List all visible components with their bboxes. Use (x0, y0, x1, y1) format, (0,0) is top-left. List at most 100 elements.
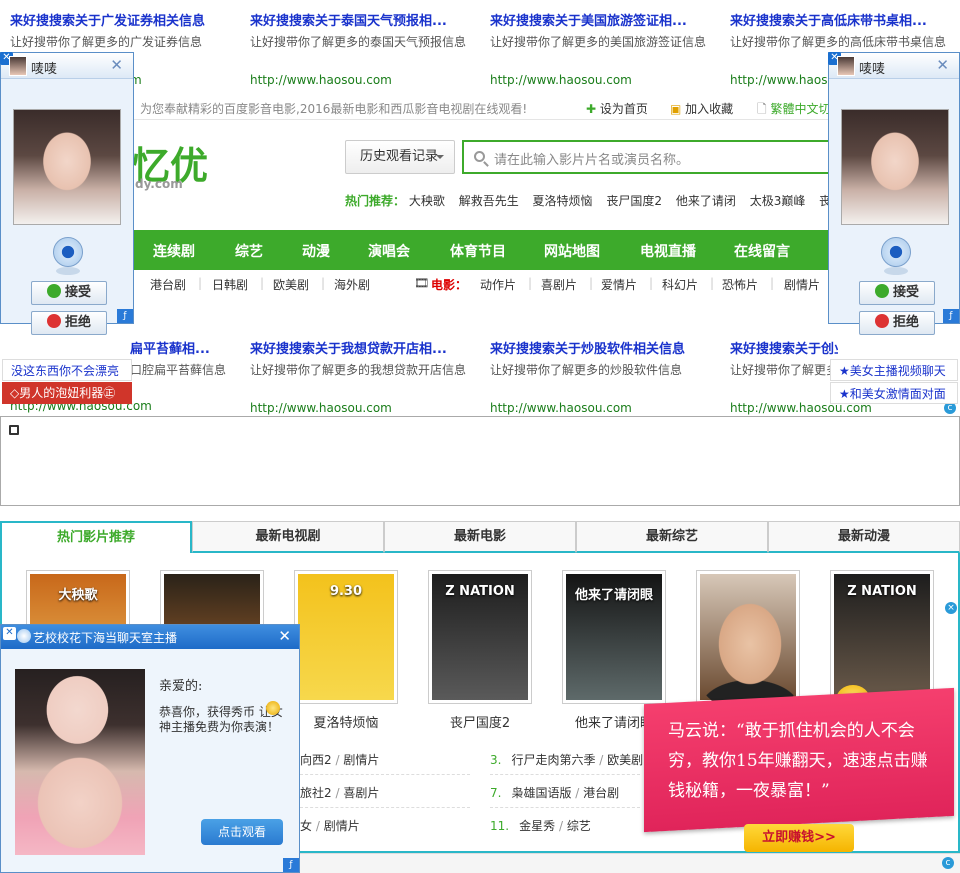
nav-item[interactable]: 动漫 (302, 241, 330, 261)
poster-title[interactable]: 夏洛特烦恼 (286, 712, 406, 731)
ad-cell[interactable]: 来好搜搜索关于美国旅游签证相... 让好搜带你了解更多的美国旅游签证信息 htt… (480, 0, 715, 87)
close-icon[interactable]: ✕ (278, 627, 291, 645)
set-home-link[interactable]: ✚ 设为首页 (586, 100, 648, 117)
add-favorite-link[interactable]: ▣ 加入收藏 (670, 100, 733, 117)
traditional-chinese-link[interactable]: 🗋 繁體中文切 (757, 100, 831, 121)
ad-cell[interactable]: 来好搜搜索关于泰国天气预报相... 让好搜带你了解更多的泰国天气预报信息 htt… (240, 0, 475, 87)
ad-title[interactable]: 来好搜搜索关于炒股软件相关信息 (490, 338, 715, 357)
nav-item[interactable]: 综艺 (235, 241, 263, 261)
tab-variety[interactable]: 最新综艺 (576, 521, 768, 553)
subnav-item[interactable]: 喜剧片 (541, 276, 577, 293)
reject-button[interactable]: 拒绝 (31, 311, 107, 335)
divider: | (260, 276, 265, 290)
popup-header: ✕ 唛唛 ✕ (0, 52, 133, 79)
ad-desc: 口腔扁平苔藓信息 (130, 363, 227, 377)
money-banner-ad[interactable]: 马云说：“敢于抓住机会的人不会穷，教你15年赚翻天，速速点击赚钱秘籍，一夜暴富！… (640, 600, 960, 858)
ad-title[interactable]: 扁平苔藓相... (130, 338, 235, 357)
ad-title[interactable]: 来好搜搜索关于创业项目相... (730, 338, 838, 357)
nav-item[interactable]: 电视直播 (640, 241, 696, 261)
nav-item[interactable]: 网站地图 (544, 241, 600, 261)
watch-button[interactable]: 点击观看 (201, 819, 283, 845)
ad-cell[interactable]: 来好搜搜索关于我想贷款开店相... 让好搜带你了解更多的我想贷款开店信息 htt… (240, 328, 475, 415)
embedded-frame (0, 416, 960, 506)
chat-title: 艺校校花下海当聊天室主播 (33, 631, 178, 645)
hot-item[interactable]: 夏洛特烦恼 (533, 194, 593, 208)
ad-title[interactable]: 来好搜搜索关于美国旅游签证相... (490, 10, 715, 29)
earn-money-button[interactable]: 立即赚钱>> (744, 824, 854, 852)
poster-title[interactable]: 丧尸国度2 (420, 712, 540, 731)
tab-movie[interactable]: 最新电影 (384, 521, 576, 553)
side-ad-link[interactable]: ★美女主播视频聊天 (830, 359, 958, 381)
ad-title[interactable]: 来好搜搜索关于我想贷款开店相... (250, 338, 475, 357)
ad-title[interactable]: 来好搜搜索关于广发证券相关信息 (10, 10, 235, 29)
greeting: 亲爱的: (159, 679, 203, 694)
subnav-item[interactable]: 恐怖片 (722, 276, 758, 293)
side-ad-link[interactable]: 没这东西你不会漂亮 (2, 359, 132, 381)
close-icon[interactable]: ✕ (3, 627, 16, 640)
nav-item[interactable]: 演唱会 (368, 241, 410, 261)
subnav-item[interactable]: 海外剧 (334, 276, 370, 293)
bottom-strip (300, 853, 960, 873)
side-ad-link[interactable]: ◇男人的泡妞利器㊣ (2, 382, 132, 404)
hot-item[interactable]: 丧尸国度2 (606, 194, 662, 208)
check-icon (874, 284, 889, 298)
subnav-item[interactable]: 日韩剧 (212, 276, 248, 293)
list-title: 女 (300, 819, 313, 833)
accept-button[interactable]: 接受 (859, 281, 935, 305)
subnav-item[interactable]: 港台剧 (150, 276, 186, 293)
ad-url[interactable]: http://www.haosou.com (490, 73, 632, 87)
ad-cell[interactable]: 扁平苔藓相... 口腔扁平苔藓信息 (130, 328, 235, 404)
tab-tv[interactable]: 最新电视剧 (192, 521, 384, 553)
divider (300, 807, 470, 808)
ad-url[interactable]: http://www.haosou.com (490, 401, 632, 415)
list-item[interactable]: 11. 金星秀 / 综艺 (490, 817, 591, 834)
star-folder-icon: ▣ (670, 102, 682, 116)
hot-item[interactable]: 他来了请闭 (676, 194, 736, 208)
ad-title[interactable]: 来好搜搜索关于高低床带书桌相... (730, 10, 955, 29)
tab-hot[interactable]: 热门影片推荐 (0, 521, 192, 553)
close-icon[interactable]: ✕ (936, 56, 949, 74)
hot-item[interactable]: 解救吾先生 (459, 194, 519, 208)
side-ad-link[interactable]: ★和美女激情面对面 (830, 382, 958, 404)
movie-poster[interactable]: Z NATION (428, 570, 532, 704)
avatar (837, 56, 855, 76)
ad-desc: 让好搜带你了解更多的创业项目信息 (730, 363, 838, 377)
search-input[interactable]: 请在此输入影片片名或演员名称。 (462, 140, 832, 174)
nav-item[interactable]: 在线留言 (734, 241, 790, 261)
movie-poster[interactable]: 9.30 (294, 570, 398, 704)
hot-item[interactable]: 大秧歌 (409, 194, 445, 208)
movie-tabs: 热门影片推荐 最新电视剧 最新电影 最新综艺 最新动漫 (0, 521, 960, 553)
ad-url[interactable]: http://www.haosou.com (250, 73, 392, 87)
list-item[interactable]: 7. 枭雄国语版 / 港台剧 (490, 784, 619, 801)
close-icon[interactable]: ✕ (110, 56, 123, 74)
subnav-item[interactable]: 动作片 (480, 276, 516, 293)
subnav-item[interactable]: 剧情片 (784, 276, 820, 293)
list-item[interactable]: 旅社2 / 喜剧片 (300, 784, 379, 801)
ad-cell[interactable]: 来好搜搜索关于创业项目相... 让好搜带你了解更多的创业项目信息 http://… (720, 328, 872, 415)
list-item[interactable]: 3. 行尸走肉第六季 / 欧美剧 (490, 751, 643, 768)
accept-button[interactable]: 接受 (31, 281, 107, 305)
subnav-item[interactable]: 爱情片 (601, 276, 637, 293)
list-title: 旅社2 (300, 786, 332, 800)
ad-info-icon[interactable]: c (942, 857, 954, 869)
nav-item[interactable]: 连续剧 (153, 241, 195, 261)
poster-image: 9.30 (298, 574, 394, 700)
subnav-item[interactable]: 欧美剧 (273, 276, 309, 293)
list-title: 行尸走肉第六季 (511, 753, 596, 767)
hot-item[interactable]: 太极3巅峰 (750, 194, 806, 208)
subnav-item[interactable]: 科幻片 (662, 276, 698, 293)
reject-button[interactable]: 拒绝 (859, 311, 935, 335)
ad-cell[interactable]: 来好搜搜索关于炒股软件相关信息 让好搜带你了解更多的炒股软件信息 http://… (480, 328, 715, 415)
poster-text: 大秧歌 (58, 588, 98, 603)
popup-name: 唛唛 (31, 62, 58, 77)
list-item[interactable]: 向西2 / 剧情片 (300, 751, 379, 768)
ad-desc: 让好搜带你了解更多的炒股软件信息 (490, 363, 683, 377)
nav-item[interactable]: 体育节目 (450, 241, 506, 261)
tab-anime[interactable]: 最新动漫 (768, 521, 960, 553)
ad-row-top: 来好搜搜索关于广发证券相关信息 让好搜带你了解更多的广发证券信息 来好搜搜索关于… (0, 0, 960, 87)
history-button[interactable]: 历史观看记录 (345, 140, 455, 174)
list-item[interactable]: 女 / 剧情片 (300, 817, 360, 834)
ad-title[interactable]: 来好搜搜索关于泰国天气预报相... (250, 10, 475, 29)
ad-url[interactable]: http://www.haosou.com (250, 401, 392, 415)
caret-down-icon (436, 155, 444, 163)
